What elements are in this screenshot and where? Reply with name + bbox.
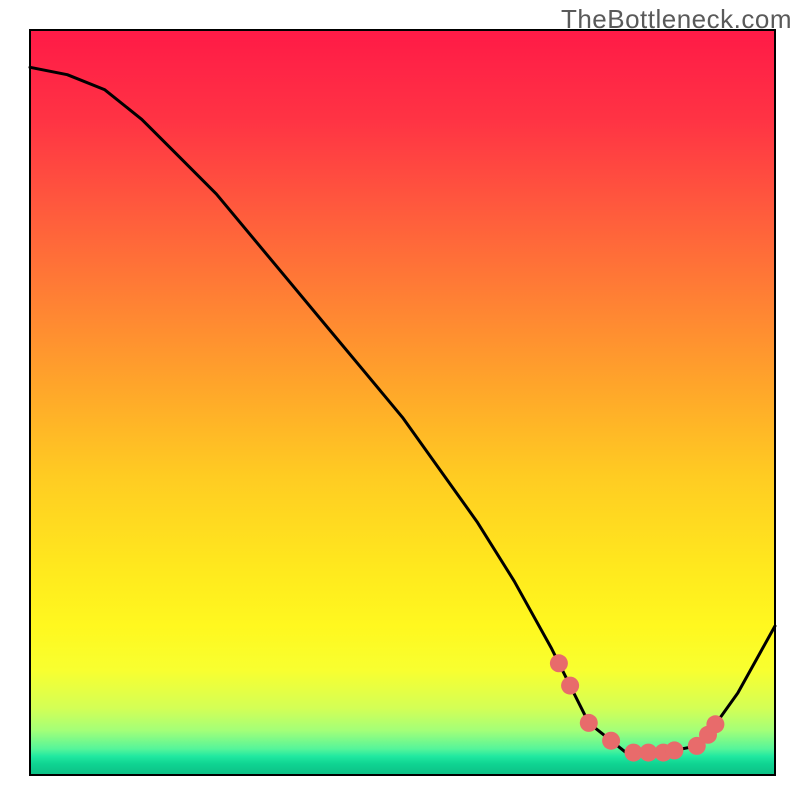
data-point — [550, 654, 568, 672]
plot-background — [30, 30, 775, 775]
data-point — [580, 714, 598, 732]
watermark-label: TheBottleneck.com — [561, 4, 792, 35]
bottleneck-chart — [0, 0, 800, 800]
data-point — [602, 732, 620, 750]
data-point — [665, 741, 683, 759]
chart-container: TheBottleneck.com — [0, 0, 800, 800]
data-point — [561, 677, 579, 695]
data-point — [706, 715, 724, 733]
